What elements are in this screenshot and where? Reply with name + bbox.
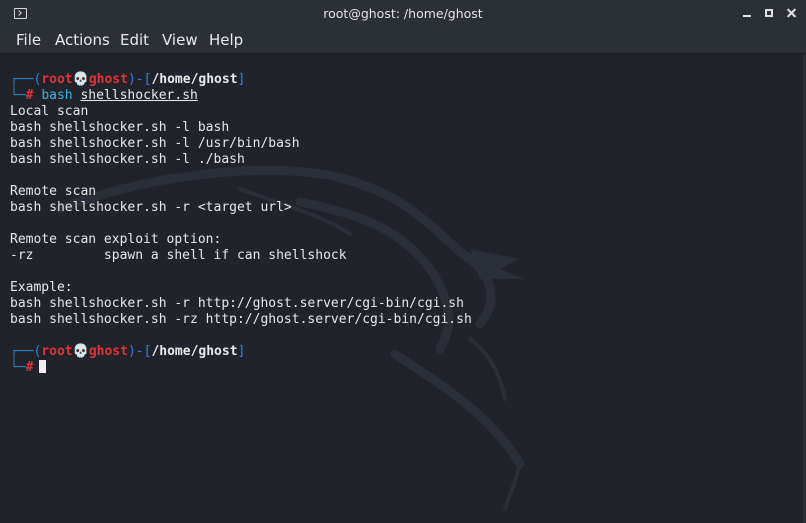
prompt-corner-top: ┌──( <box>10 72 42 87</box>
output-line: Example: <box>10 280 73 295</box>
menu-bar: File Actions Edit View Help <box>0 27 806 54</box>
command-line: └─# bash shellshocker.sh <box>10 88 472 104</box>
output-line: bash shellshocker.sh -l ./bash <box>10 152 245 167</box>
command-argument: shellshocker.sh <box>80 88 198 103</box>
prompt-corner-bottom: └─ <box>10 360 26 375</box>
output-line: bash shellshocker.sh -l bash <box>10 120 230 135</box>
text-cursor[interactable] <box>39 360 47 373</box>
prompt-user: root <box>41 72 73 87</box>
skull-icon: 💀 <box>72 72 89 87</box>
menu-file[interactable]: File <box>16 31 41 49</box>
menu-help[interactable]: Help <box>209 31 243 49</box>
close-icon[interactable] <box>785 7 797 19</box>
terminal-area[interactable]: ┌──(root💀ghost)-[/home/ghost] └─# bash s… <box>0 54 806 523</box>
prompt-line: ┌──(root💀ghost)-[/home/ghost] <box>10 344 472 360</box>
input-line[interactable]: └─# <box>10 360 472 376</box>
menu-view[interactable]: View <box>162 31 198 49</box>
prompt-close-bracket: ] <box>237 344 246 359</box>
output-line: Remote scan <box>10 184 97 199</box>
title-bar[interactable]: root@ghost: /home/ghost <box>0 0 806 27</box>
output-line: Local scan <box>10 104 89 119</box>
maximize-icon[interactable] <box>763 7 775 19</box>
terminal-output: ┌──(root💀ghost)-[/home/ghost] └─# bash s… <box>10 72 472 376</box>
prompt-host: ghost <box>88 72 128 87</box>
output-line: bash shellshocker.sh -l /usr/bin/bash <box>10 136 300 151</box>
prompt-symbol: # <box>25 360 34 375</box>
prompt-separator: )-[ <box>127 72 152 87</box>
prompt-separator: )-[ <box>127 344 152 359</box>
prompt-user: root <box>41 344 73 359</box>
prompt-close-bracket: ] <box>237 72 246 87</box>
output-line: -rz spawn a shell if can shellshock <box>10 248 347 263</box>
skull-icon: 💀 <box>72 344 89 359</box>
prompt-corner-top: ┌──( <box>10 344 42 359</box>
prompt-host: ghost <box>88 344 128 359</box>
output-line: bash shellshocker.sh -r <target url> <box>10 200 292 215</box>
minimize-icon[interactable] <box>741 7 753 19</box>
menu-edit[interactable]: Edit <box>120 31 149 49</box>
prompt-symbol: # <box>25 88 34 103</box>
prompt-path: /home/ghost <box>151 344 238 359</box>
output-line: Remote scan exploit option: <box>10 232 222 247</box>
terminal-window: root@ghost: /home/ghost File Actions Edi… <box>0 0 806 523</box>
prompt-path: /home/ghost <box>151 72 238 87</box>
menu-actions[interactable]: Actions <box>55 31 110 49</box>
prompt-corner-bottom: └─ <box>10 88 26 103</box>
command-program: bash <box>41 88 73 103</box>
window-title: root@ghost: /home/ghost <box>323 6 483 21</box>
prompt-line: ┌──(root💀ghost)-[/home/ghost] <box>10 72 472 88</box>
output-line: bash shellshocker.sh -rz http://ghost.se… <box>10 312 472 327</box>
output-line: bash shellshocker.sh -r http://ghost.ser… <box>10 296 464 311</box>
